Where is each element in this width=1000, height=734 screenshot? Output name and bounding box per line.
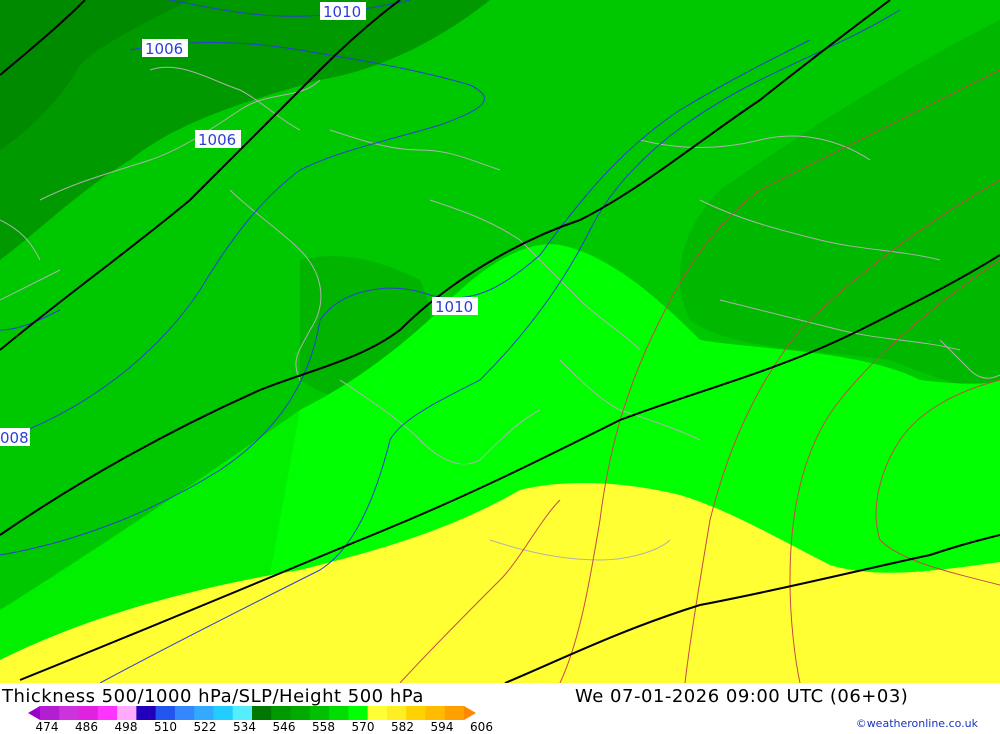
legend-swatch <box>194 706 214 720</box>
legend-tick-label: 510 <box>154 720 177 734</box>
legend-arrow-right <box>464 706 476 720</box>
legend-swatch <box>367 706 388 720</box>
legend-swatch <box>78 706 99 720</box>
legend-arrow-left <box>28 706 40 720</box>
legend-tick-label: 606 <box>470 720 493 734</box>
isobar-label: 1006 <box>145 40 183 58</box>
legend-tick-label: 570 <box>351 720 375 734</box>
legend-swatch <box>117 706 137 720</box>
legend-tick-label: 558 <box>312 720 335 734</box>
legend-swatch <box>59 706 80 720</box>
legend-tick-label: 594 <box>430 720 454 734</box>
legend-swatch <box>444 706 465 720</box>
isobar-label: 1006 <box>198 131 236 149</box>
legend-tick-label: 522 <box>193 720 217 734</box>
isobar-label: 1010 <box>435 298 473 316</box>
credit-link[interactable]: ©weatheronline.co.uk <box>856 717 978 730</box>
legend-swatch <box>348 706 369 720</box>
legend-tick-label: 474 <box>35 720 59 734</box>
legend-swatch <box>213 706 234 720</box>
valid-datetime: We 07-01-2026 09:00 UTC (06+03) <box>575 686 909 707</box>
color-legend-bar <box>28 706 476 720</box>
legend-swatch <box>174 706 195 720</box>
legend-swatch <box>136 706 157 720</box>
legend-tick-label: 546 <box>272 720 296 734</box>
map-title: Thickness 500/1000 hPa/SLP/Height 500 hP… <box>2 686 424 707</box>
legend-swatch <box>40 706 60 720</box>
legend-swatch <box>425 706 446 720</box>
isobar-label: 1010 <box>323 3 361 21</box>
legend-swatch <box>290 706 311 720</box>
legend-swatch <box>155 706 176 720</box>
legend-swatch <box>97 706 118 720</box>
legend-tick-label: 534 <box>233 720 256 734</box>
weather-map: 1010 1006 1006 1010 008 <box>0 0 1000 683</box>
legend-tick-label: 486 <box>75 720 98 734</box>
legend-swatch <box>271 706 292 720</box>
legend-swatch <box>252 706 272 720</box>
legend-tick-label: 498 <box>114 720 138 734</box>
isobar-label: 008 <box>0 429 29 447</box>
legend-swatch <box>329 706 349 720</box>
map-footer: Thickness 500/1000 hPa/SLP/Height 500 hP… <box>0 683 1000 734</box>
color-legend-ticks: 474 486 498 510 522 534 546 558 570 582 594 606 <box>0 720 520 734</box>
legend-swatch <box>406 706 426 720</box>
legend-swatch <box>232 706 253 720</box>
legend-tick-label: 582 <box>391 720 414 734</box>
legend-swatch <box>386 706 407 720</box>
legend-swatch <box>309 706 330 720</box>
